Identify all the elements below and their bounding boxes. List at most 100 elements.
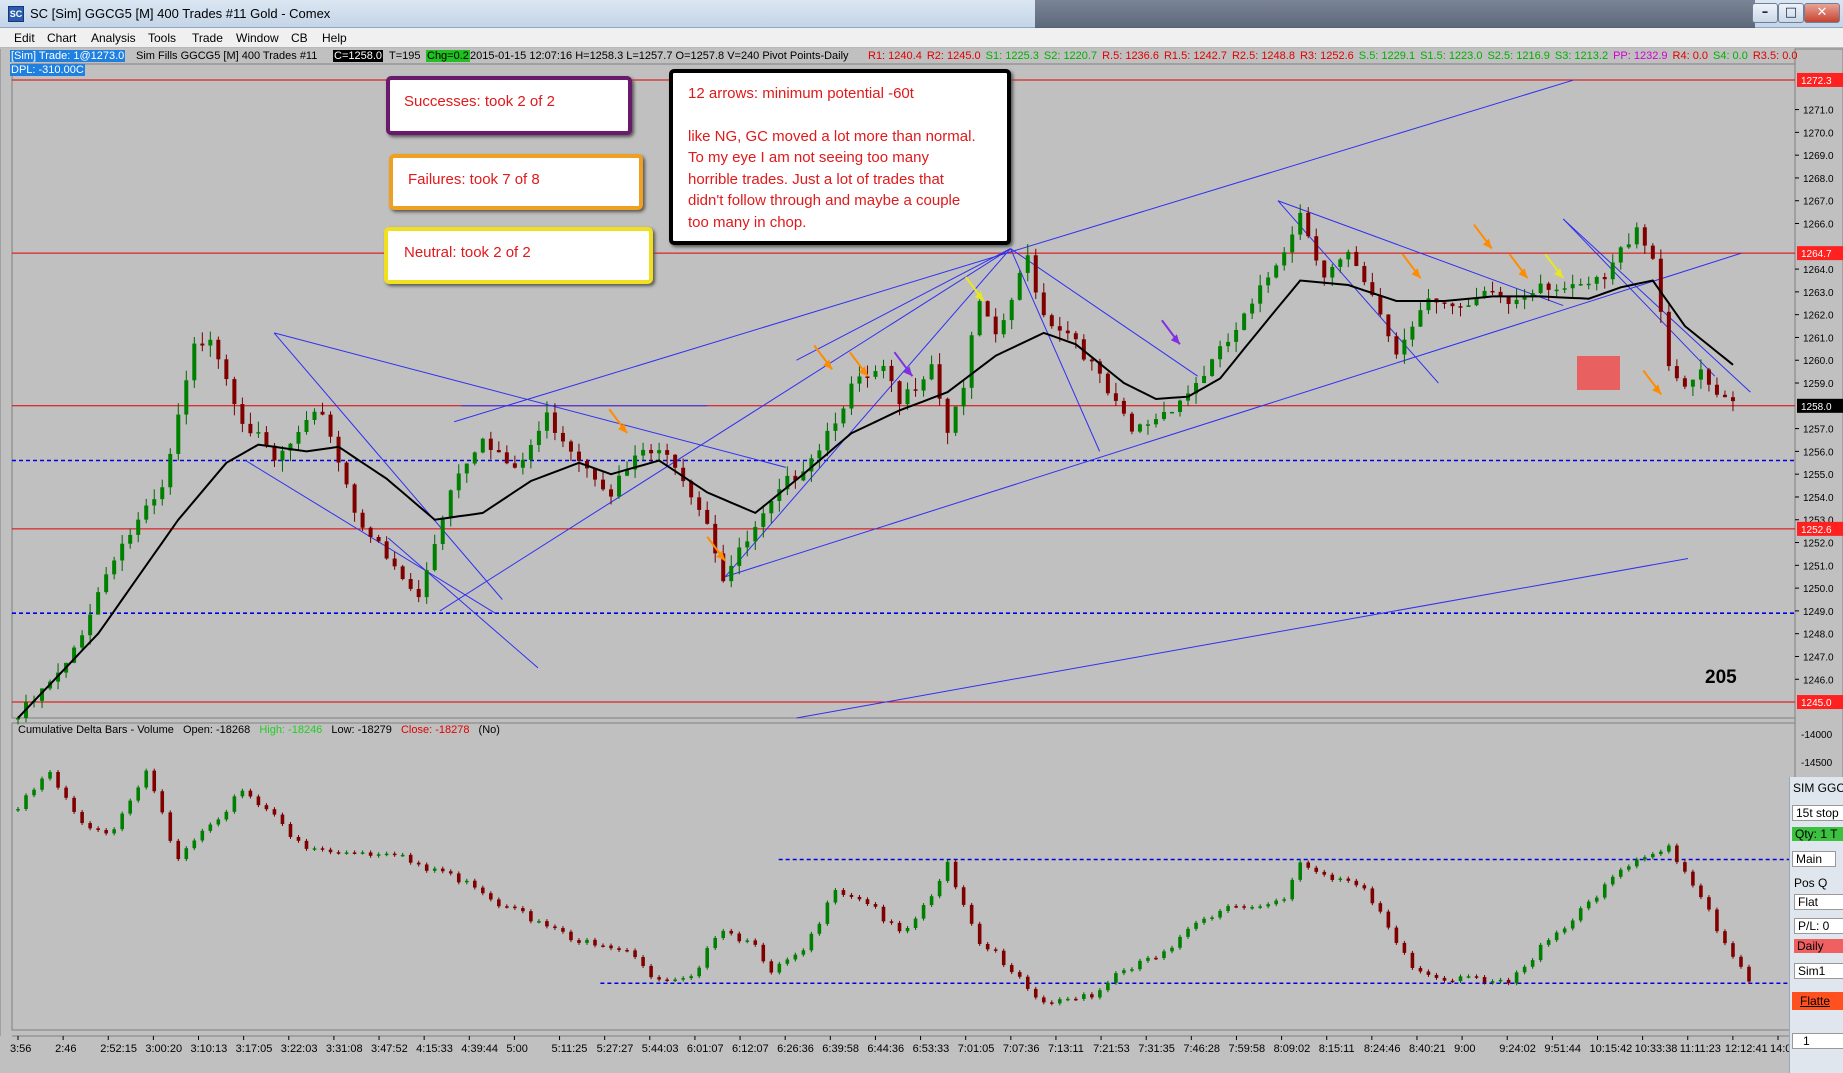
commentary-line: didn't follow through and maybe a couple xyxy=(688,192,961,209)
delta-candle xyxy=(64,787,68,798)
delta-candle xyxy=(1049,1002,1054,1004)
time-tick-label: 8:40:21 xyxy=(1409,1043,1446,1055)
delta-candle xyxy=(1546,940,1551,945)
price-candle xyxy=(969,335,974,388)
price-candle xyxy=(424,570,429,598)
delta-candle xyxy=(817,923,822,934)
price-candle xyxy=(1210,359,1215,376)
price-candle xyxy=(745,541,750,548)
price-candle xyxy=(112,560,117,575)
delta-candle xyxy=(1274,900,1278,905)
delta-candle xyxy=(408,854,413,863)
delta-candle xyxy=(873,904,878,907)
price-tick-label: 1269.0 xyxy=(1803,151,1834,162)
delta-candle xyxy=(160,791,165,813)
flatten-button[interactable]: Flatte xyxy=(1792,992,1843,1010)
delta-candle xyxy=(384,853,389,856)
delta-candle xyxy=(841,890,846,895)
delta-candle xyxy=(96,828,100,831)
delta-candle xyxy=(737,933,742,942)
price-candle xyxy=(1105,373,1110,394)
price-candle xyxy=(184,380,189,415)
delta-candle xyxy=(577,940,581,943)
delta-candle xyxy=(1322,871,1327,875)
price-candle xyxy=(376,536,381,542)
price-tick-label: 1248.0 xyxy=(1803,630,1834,641)
delta-candle xyxy=(1715,909,1719,932)
delta-candle xyxy=(1354,880,1359,886)
price-candle xyxy=(224,359,229,380)
time-tick-label: 7:59:58 xyxy=(1228,1043,1265,1055)
stop-select[interactable]: 15t stop xyxy=(1792,805,1843,821)
price-candle xyxy=(1578,284,1583,286)
change-label: Chg=0.2 xyxy=(426,50,470,62)
price-candle xyxy=(304,420,309,432)
price-tick-label: 1262.0 xyxy=(1803,311,1834,322)
delta-candle xyxy=(1154,957,1158,960)
price-candle xyxy=(985,301,990,317)
price-tag-label: 1252.6 xyxy=(1801,525,1832,536)
price-candle xyxy=(1394,336,1399,355)
time-tick-label: 5:00 xyxy=(506,1043,527,1055)
time-tick-label: 7:01:05 xyxy=(958,1043,995,1055)
delta-candle xyxy=(464,880,469,883)
price-candle xyxy=(873,371,878,377)
price-candle xyxy=(1418,310,1423,327)
price-candle xyxy=(849,383,854,409)
price-candle xyxy=(360,512,365,528)
price-candle xyxy=(352,484,357,513)
delta-candle xyxy=(1691,871,1695,886)
time-tick-label: 11:11:23 xyxy=(1680,1043,1721,1055)
delta-candle xyxy=(1178,936,1182,948)
delta-candle xyxy=(1410,952,1415,968)
delta-candle xyxy=(601,945,605,947)
account-select[interactable]: Sim1 xyxy=(1794,963,1843,979)
price-candle xyxy=(1089,359,1094,362)
price-candle xyxy=(833,423,838,431)
price-candle xyxy=(929,364,934,380)
delta-candle xyxy=(913,918,918,928)
price-candle xyxy=(673,454,678,468)
delta-candle xyxy=(1346,878,1351,881)
delta-candle xyxy=(416,862,421,865)
delta-candle xyxy=(232,796,237,812)
neutral-note: Neutral: took 2 of 2 xyxy=(384,227,653,284)
delta-candle xyxy=(1162,951,1166,958)
sim-fills-label: Sim Fills GGCG5 [M] 400 Trades #11 xyxy=(136,50,318,62)
qty-input[interactable]: 1 xyxy=(1792,1033,1843,1049)
price-candle xyxy=(472,452,477,464)
tab-main[interactable]: Main xyxy=(1792,851,1836,867)
pivot-value: R2: 1245.0 xyxy=(926,50,981,62)
delta-candle xyxy=(753,940,758,945)
price-candle xyxy=(216,339,221,360)
price-tick-label: 1251.0 xyxy=(1803,561,1834,572)
pivot-value: R1.5: 1242.7 xyxy=(1163,50,1227,62)
pivot-value: S1.5: 1223.0 xyxy=(1420,50,1483,62)
neutral-text: Neutral: took 2 of 2 xyxy=(404,244,531,261)
price-candle xyxy=(641,449,646,456)
delta-candle xyxy=(1106,982,1110,991)
delta-candle xyxy=(136,787,141,801)
price-candle xyxy=(504,452,509,464)
delta-candle xyxy=(809,933,814,951)
delta-candle xyxy=(489,893,493,900)
price-candle xyxy=(817,450,822,459)
price-candle xyxy=(312,411,317,421)
delta-candle xyxy=(1659,851,1663,855)
price-tag-label: 1258.0 xyxy=(1801,402,1832,413)
price-tag-label: 1264.7 xyxy=(1801,249,1832,260)
price-candle xyxy=(1514,299,1519,305)
time-tick-label: 10:33:38 xyxy=(1635,1043,1678,1055)
delta-candle xyxy=(665,979,669,982)
delta-candle xyxy=(1146,957,1150,961)
time-tick-label: 6:44:36 xyxy=(867,1043,904,1055)
delta-candle xyxy=(713,938,718,949)
time-tick-label: 7:21:53 xyxy=(1093,1043,1130,1055)
price-tag-label: 1245.0 xyxy=(1801,698,1832,709)
delta-candle xyxy=(1667,845,1671,852)
delta-candle xyxy=(521,908,525,912)
price-candle xyxy=(160,487,165,500)
delta-candle xyxy=(1594,897,1599,902)
delta-candle xyxy=(280,814,285,825)
delta-candle xyxy=(1474,976,1479,978)
